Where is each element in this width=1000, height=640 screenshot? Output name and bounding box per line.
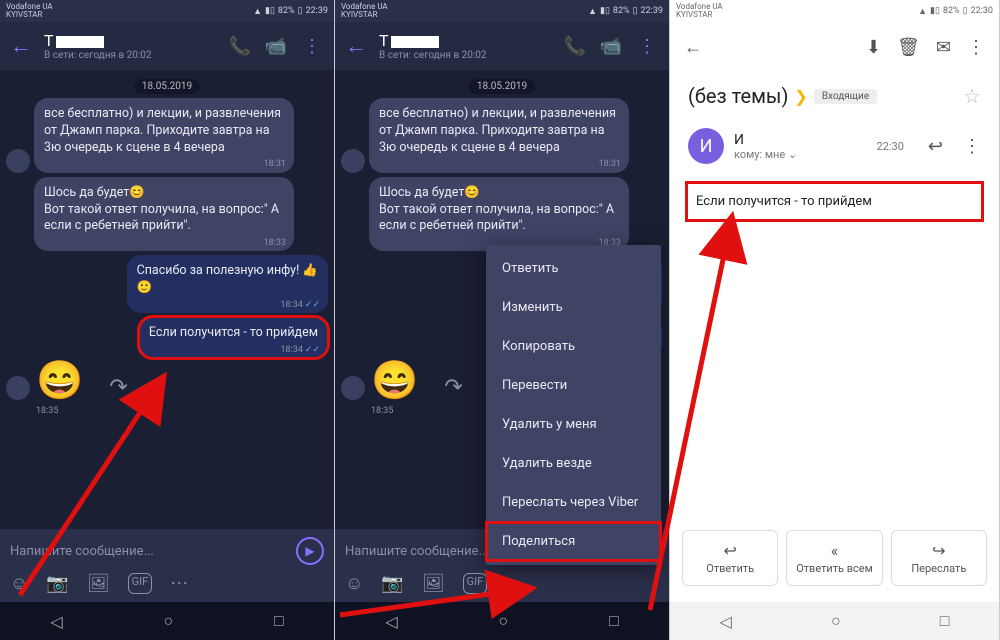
message-input[interactable]: Напишите сообщение...	[10, 544, 154, 559]
importance-icon: ❯	[794, 87, 807, 106]
archive-icon[interactable]: ⬇︎	[866, 37, 881, 58]
video-icon[interactable]: 📹	[264, 36, 288, 57]
chat-header: ← Т В сети: сегодня в 20:02 📞 📹 ⋮	[0, 22, 334, 70]
menu-translate[interactable]: Перевести	[486, 366, 661, 405]
android-nav: ◁ ○ □	[0, 602, 334, 640]
reply-all-icon: «	[787, 541, 881, 560]
star-icon[interactable]: ☆	[963, 84, 981, 108]
nav-recent-icon[interactable]: □	[274, 611, 284, 631]
censored-name	[56, 36, 104, 48]
message-time: 22:30	[877, 140, 904, 153]
more-icon[interactable]: ⋮	[967, 37, 985, 58]
status-bar: Vodafone UAKYIVSTAR ▲▮▯82%▯22:39	[335, 0, 669, 22]
menu-delete-all[interactable]: Удалить везде	[486, 444, 661, 483]
back-icon[interactable]: ←	[10, 33, 32, 59]
send-button[interactable]: ▶	[296, 537, 324, 565]
subject: (без темы)	[688, 84, 788, 108]
wifi-icon: ▲	[253, 6, 262, 17]
menu-edit[interactable]: Изменить	[486, 288, 661, 327]
more-icon[interactable]: ⋮	[963, 136, 981, 157]
message-out-highlighted[interactable]: Если получится - то прийдем18:34✓✓	[6, 317, 328, 358]
forward-button[interactable]: ↪Переслать	[891, 530, 987, 586]
video-icon[interactable]: 📹	[599, 36, 623, 57]
call-icon[interactable]: 📞	[563, 36, 587, 57]
reply-icon[interactable]: ↩	[928, 136, 943, 157]
forward-icon: ↪	[892, 541, 986, 560]
message-in[interactable]: Шось да будет😊 Вот такой ответ получила,…	[6, 177, 328, 252]
message-out[interactable]: Спасибо за полезную инфу! 👍🙂18:34✓✓	[6, 255, 328, 313]
more-icon[interactable]: ⋮	[635, 36, 659, 57]
composer: Напишите сообщение... ▶ ☺ 📷 🖼 GIF ⋯	[0, 529, 334, 602]
back-icon[interactable]: ←	[684, 37, 702, 58]
big-smile-emoji: 😄	[36, 362, 83, 400]
smile-emoji: 😊	[129, 185, 145, 200]
message-in-emoji[interactable]: 😄 ↷ 18:35	[6, 362, 328, 416]
read-ticks-icon: ✓✓	[305, 345, 320, 355]
date-chip: 18.05.2019	[6, 74, 328, 94]
menu-delete-me[interactable]: Удалить у меня	[486, 405, 661, 444]
subject-row: (без темы) ❯ Входящие ☆	[670, 72, 999, 120]
sticker-icon[interactable]: ☺	[10, 573, 28, 594]
panel-gmail: Vodafone UAKYIVSTAR ▲▮▯82%▯22:30 ← ⬇︎ 🗑 …	[670, 0, 1000, 640]
gallery-icon[interactable]: 🖼	[87, 573, 110, 594]
reply-button[interactable]: ↩Ответить	[682, 530, 778, 586]
delete-icon[interactable]: 🗑	[897, 37, 920, 58]
menu-copy[interactable]: Копировать	[486, 327, 661, 366]
inbox-chip[interactable]: Входящие	[814, 89, 877, 104]
nav-home-icon[interactable]: ○	[163, 611, 173, 631]
read-ticks-icon: ✓✓	[305, 300, 320, 310]
reply-icon: ↩	[683, 541, 777, 560]
chat-header: ← Т В сети: сегодня в 20:02 📞 📹 ⋮	[335, 22, 669, 70]
menu-reply[interactable]: Ответить	[486, 249, 661, 288]
more-apps-icon[interactable]: ⋯	[170, 573, 188, 594]
action-row: ↩Ответить «Ответить всем ↪Переслать	[670, 520, 999, 596]
last-seen: В сети: сегодня в 20:02	[44, 50, 216, 61]
more-icon[interactable]: ⋮	[300, 36, 324, 57]
from-row: И И кому: мне ⌄ 22:30 ↩ ⋮	[670, 120, 999, 172]
gif-icon[interactable]: GIF	[128, 573, 153, 594]
signal-icon: ▮▯	[265, 6, 275, 16]
email-body-highlighted: Если получится - то прийдем	[688, 184, 981, 219]
menu-forward-viber[interactable]: Переслать через Viber	[486, 483, 661, 522]
back-icon[interactable]: ←	[345, 33, 367, 59]
status-bar: Vodafone UAKYIVSTAR ▲▮▯82%▯22:39	[0, 0, 334, 22]
avatar	[6, 376, 30, 400]
smile-emoji: 🙂	[137, 280, 153, 295]
nav-back-icon[interactable]: ◁	[50, 612, 62, 631]
avatar	[6, 149, 30, 173]
chevron-down-icon[interactable]: ⌄	[788, 148, 797, 161]
context-menu: Ответить Изменить Копировать Перевести У…	[486, 245, 661, 565]
reply-all-button[interactable]: «Ответить всем	[786, 530, 882, 586]
panel-viber-chat: Vodafone UAKYIVSTAR ▲▮▯82%▯22:39 ← Т В с…	[0, 0, 335, 640]
share-icon[interactable]: ↷	[109, 375, 127, 400]
thumb-emoji: 👍	[302, 263, 318, 278]
status-bar: Vodafone UAKYIVSTAR ▲▮▯82%▯22:30	[670, 0, 999, 22]
gmail-toolbar: ← ⬇︎ 🗑 ✉ ⋮	[670, 22, 999, 72]
mail-icon[interactable]: ✉	[936, 37, 951, 58]
call-icon[interactable]: 📞	[228, 36, 252, 57]
panel-viber-context-menu: Vodafone UAKYIVSTAR ▲▮▯82%▯22:39 ← Т В с…	[335, 0, 670, 640]
message-in[interactable]: все бесплатно) и лекции, и развлечения о…	[6, 98, 328, 173]
menu-share[interactable]: Поделиться	[486, 522, 661, 561]
camera-icon[interactable]: 📷	[46, 573, 68, 594]
chat-area: 18.05.2019 все бесплатно) и лекции, и ра…	[0, 70, 334, 416]
sender-avatar[interactable]: И	[688, 128, 724, 164]
